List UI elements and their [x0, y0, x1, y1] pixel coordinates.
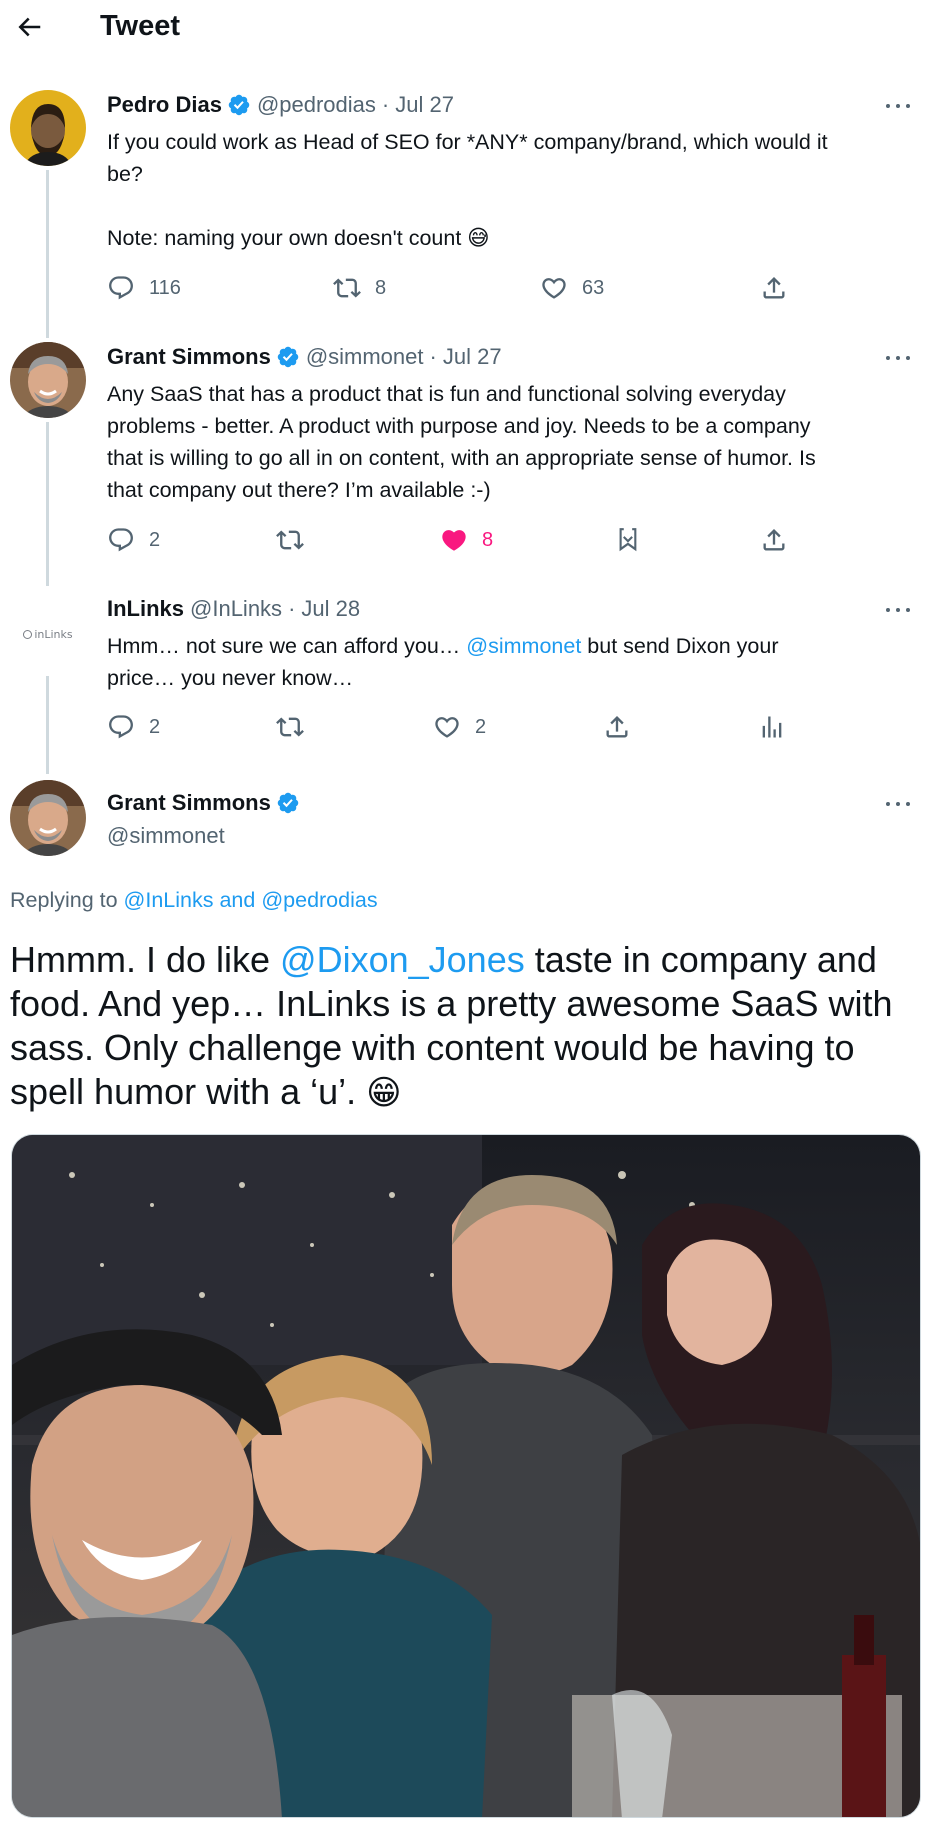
mention-link[interactable]: @InLinks — [124, 888, 214, 912]
page-title: Tweet — [100, 10, 181, 42]
tweet-2-header: Grant Simmons @simmonet · Jul 27 — [107, 344, 502, 370]
mention-link[interactable]: @pedrodias — [261, 888, 377, 912]
tweet-text-line: problems - better. A product with purpos… — [107, 414, 811, 438]
bookmark-button[interactable] — [614, 526, 642, 554]
like-count: 8 — [482, 528, 494, 551]
retweet-button[interactable] — [276, 713, 304, 741]
tweet-2-text: Any SaaS that has a product that is fun … — [107, 378, 919, 506]
reply-count: 116 — [149, 276, 181, 299]
share-icon — [763, 529, 785, 551]
tweet-text-line: spell humor with a ‘u’. 😁 — [10, 1071, 402, 1113]
author-name[interactable]: Grant Simmons — [107, 344, 271, 370]
author-name[interactable]: InLinks — [107, 596, 184, 622]
like-count: 2 — [475, 715, 487, 738]
separator: · — [288, 596, 296, 621]
avatar-grant-simmons[interactable] — [10, 780, 86, 856]
thread-line — [46, 422, 49, 586]
more-icon[interactable] — [886, 354, 910, 362]
like-icon — [435, 717, 459, 738]
reply-icon — [109, 276, 133, 300]
tweet-text-line: Any SaaS that has a product that is fun … — [107, 382, 786, 406]
main-tweet-text: Hmmm. I do like @Dixon_Jones taste in co… — [10, 938, 925, 1115]
retweet-icon — [333, 278, 361, 298]
reply-button[interactable]: 2 — [107, 526, 160, 554]
tweet-1-header: Pedro Dias @pedrodias · Jul 27 — [107, 92, 454, 118]
mention-link[interactable]: @simmonet — [466, 634, 581, 658]
tweet-text-line: If you could work as Head of SEO for *AN… — [107, 130, 828, 154]
like-button-active[interactable]: 8 — [440, 526, 493, 554]
like-icon — [542, 278, 566, 299]
author-name[interactable]: Grant Simmons — [107, 790, 271, 816]
reply-count: 2 — [149, 528, 161, 551]
share-button[interactable] — [760, 526, 788, 554]
tweet-date[interactable]: Jul 27 — [395, 92, 454, 118]
author-handle[interactable]: @simmonet — [107, 823, 225, 849]
back-arrow-icon[interactable] — [14, 12, 44, 42]
main-tweet-author: Grant Simmons — [107, 790, 306, 816]
tweet-1-text: If you could work as Head of SEO for *AN… — [107, 126, 917, 255]
verified-badge-icon — [228, 94, 250, 116]
share-button[interactable] — [603, 713, 631, 741]
like-button[interactable]: 63 — [540, 274, 604, 302]
like-filled-icon — [442, 530, 466, 551]
tweet-photo[interactable] — [11, 1134, 921, 1818]
reply-icon — [109, 715, 133, 739]
tweet-3-text: Hmm… not sure we can afford you… @simmon… — [107, 630, 919, 694]
thread-line — [46, 676, 49, 774]
separator: · — [381, 92, 390, 117]
bookmark-icon — [619, 528, 637, 552]
verified-badge-icon — [277, 792, 299, 814]
tweet-text-line: sass. Only challenge with content would … — [10, 1027, 855, 1068]
tweet-text-line: that is willing to go all in on content,… — [107, 446, 816, 470]
thread-line — [46, 170, 49, 338]
tweet-text-line: Hmmm. I do like @Dixon_Jones taste in co… — [10, 939, 877, 980]
separator: · — [429, 344, 437, 369]
retweet-count: 8 — [375, 276, 387, 299]
share-icon — [606, 716, 628, 738]
retweet-icon — [276, 530, 304, 550]
tweet-date[interactable]: Jul 27 — [443, 344, 502, 370]
inlinks-logo: inLinks — [10, 596, 86, 672]
tweet-text-line: price… you never know… — [107, 666, 354, 690]
replying-to: Replying to @InLinks and @pedrodias — [10, 888, 378, 912]
tweet-text-line: food. And yep… InLinks is a pretty aweso… — [10, 983, 893, 1024]
avatar-inlinks[interactable]: inLinks — [10, 596, 86, 672]
tweet-text-line: be? — [107, 162, 143, 186]
retweet-icon — [276, 717, 304, 737]
reply-button[interactable]: 116 — [107, 274, 181, 302]
reply-icon — [109, 528, 133, 552]
author-handle[interactable]: @simmonet — [306, 344, 424, 370]
verified-badge-icon — [277, 346, 299, 368]
sweat-smile-emoji: 😅 — [467, 226, 490, 251]
grin-emoji: 😁 — [366, 1073, 402, 1113]
analytics-button[interactable] — [758, 713, 786, 741]
like-count: 63 — [582, 276, 605, 299]
tweet-text-line: that company out there? I’m available :-… — [107, 478, 491, 502]
group-photo — [12, 1135, 920, 1817]
author-handle[interactable]: @InLinks — [190, 596, 282, 622]
share-button[interactable] — [760, 274, 788, 302]
like-button[interactable]: 2 — [433, 713, 486, 741]
author-name[interactable]: Pedro Dias — [107, 92, 222, 118]
avatar-pedro-dias[interactable] — [10, 90, 86, 166]
retweet-button[interactable]: 8 — [333, 274, 386, 302]
tweet-date[interactable]: Jul 28 — [301, 596, 360, 622]
reply-button[interactable]: 2 — [107, 713, 160, 741]
more-icon[interactable] — [886, 800, 910, 808]
retweet-button[interactable] — [276, 526, 304, 554]
mention-link[interactable]: @Dixon_Jones — [280, 939, 525, 980]
more-icon[interactable] — [886, 102, 910, 110]
reply-count: 2 — [149, 715, 161, 738]
header: Tweet — [0, 0, 932, 56]
tweet-3-header: InLinks @InLinks · Jul 28 — [107, 596, 360, 622]
analytics-icon — [762, 716, 782, 738]
tweet-text-line: Note: naming your own doesn't count 😅 — [107, 226, 490, 251]
avatar-grant-simmons[interactable] — [10, 342, 86, 418]
share-icon — [763, 277, 785, 299]
author-handle[interactable]: @pedrodias — [257, 92, 376, 118]
more-icon[interactable] — [886, 606, 910, 614]
tweet-text-line: Hmm… not sure we can afford you… @simmon… — [107, 634, 779, 658]
